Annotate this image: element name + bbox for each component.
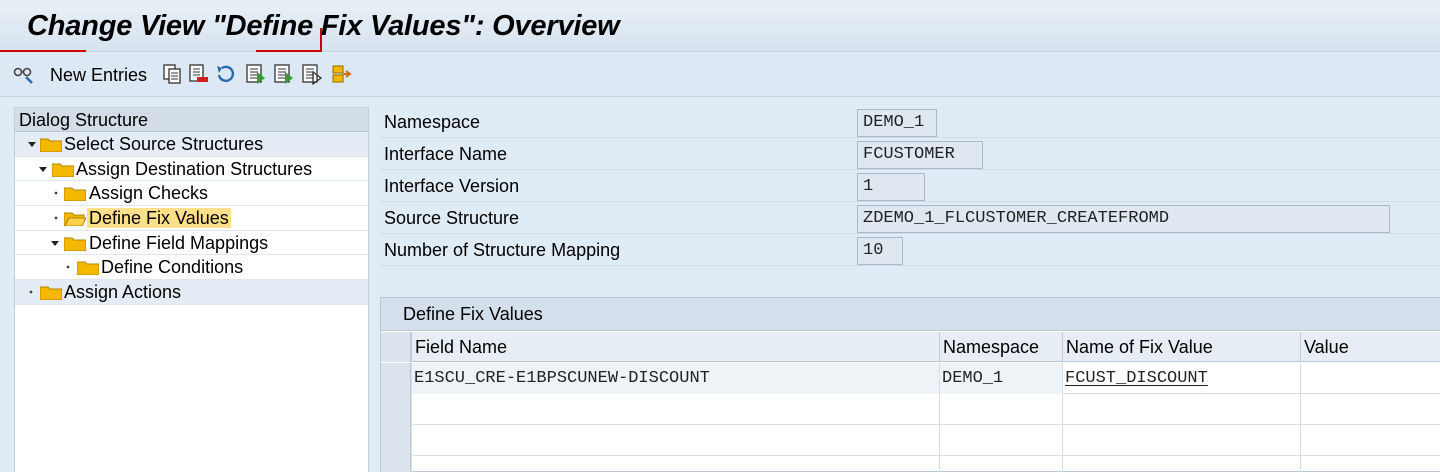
source-structure-field[interactable]: ZDEMO_1_FLCUSTOMER_CREATEFROMD: [857, 205, 1390, 233]
table-row: [381, 425, 1440, 456]
field-row-interface-version: Interface Version 1: [380, 170, 1440, 202]
expand-arrow-icon[interactable]: [38, 157, 48, 181]
row-selector[interactable]: [381, 425, 411, 456]
expand-arrow-icon[interactable]: [50, 231, 60, 255]
interface-version-field[interactable]: 1: [857, 173, 925, 201]
fix-value-name-cell[interactable]: [1062, 394, 1300, 425]
interface-name-field[interactable]: FCUSTOMER: [857, 141, 983, 169]
folder-icon: [40, 286, 62, 301]
dialog-structure-panel: Dialog Structure Select Source Structure…: [14, 107, 369, 472]
tree-item-assign-destination-structures[interactable]: Assign Destination Structures: [15, 157, 368, 182]
tree-item-label: Assign Destination Structures: [76, 158, 313, 179]
new-entries-button[interactable]: New Entries: [50, 62, 147, 88]
namespace-field[interactable]: DEMO_1: [857, 109, 937, 137]
tree-item-label: Select Source Structures: [64, 134, 264, 154]
interface-name-label: Interface Name: [384, 144, 508, 164]
application-toolbar: New Entries: [0, 53, 1440, 97]
source-structure-label: Source Structure: [384, 208, 520, 228]
tree-item-label: Assign Actions: [64, 282, 182, 303]
column-header-value[interactable]: Value: [1300, 332, 1440, 362]
select-all-rows-button[interactable]: [381, 332, 411, 362]
fix-value-link[interactable]: FCUST_DISCOUNT: [1065, 369, 1208, 388]
dialog-structure-header: Dialog Structure: [15, 108, 368, 132]
folder-icon: [64, 237, 86, 251]
expand-arrow-icon[interactable]: [27, 132, 37, 156]
namespace-cell[interactable]: [939, 456, 1062, 472]
leaf-dot-icon: [54, 191, 58, 195]
fix-value-name-cell[interactable]: FCUST_DISCOUNT: [1062, 363, 1300, 394]
namespace-cell: DEMO_1: [939, 363, 1062, 394]
undo-icon[interactable]: [214, 63, 236, 85]
deselect-all-icon[interactable]: [301, 63, 323, 85]
namespace-cell[interactable]: [939, 425, 1062, 456]
open-folder-icon: [64, 212, 86, 227]
tree-item-select-source-structures[interactable]: Select Source Structures: [15, 132, 368, 157]
field-row-number-of-structure-mapping: Number of Structure Mapping 10: [380, 234, 1440, 266]
column-header-fix-value-name[interactable]: Name of Fix Value: [1062, 332, 1300, 362]
interface-version-label: Interface Version: [384, 176, 520, 196]
field-row-source-structure: Source Structure ZDEMO_1_FLCUSTOMER_CREA…: [380, 202, 1440, 234]
tree-item-define-fix-values[interactable]: Define Fix Values: [15, 206, 368, 231]
tree-item-label-selected: Define Fix Values: [87, 208, 231, 229]
tree-item-assign-actions[interactable]: Assign Actions: [15, 280, 368, 305]
namespace-label: Namespace: [384, 112, 481, 132]
fix-value-name-cell[interactable]: [1062, 425, 1300, 456]
page-title: Change View "Define Fix Values": Overvie…: [27, 10, 620, 42]
table-row: [381, 456, 1440, 472]
namespace-cell[interactable]: [939, 394, 1062, 425]
title-accent-line: [320, 28, 322, 52]
title-accent-line: [0, 50, 86, 52]
row-selector[interactable]: [381, 394, 411, 425]
new-entries-label: New Entries: [50, 64, 148, 85]
value-cell[interactable]: [1300, 456, 1440, 472]
tree-item-define-field-mappings[interactable]: Define Field Mappings: [15, 231, 368, 256]
select-all-icon[interactable]: [245, 63, 267, 85]
tree-item-label: Assign Checks: [89, 183, 209, 204]
leaf-dot-icon: [29, 290, 33, 294]
copy-icon[interactable]: [161, 63, 183, 85]
field-name-cell[interactable]: [411, 394, 939, 425]
tree-item-label: Define Conditions: [101, 257, 244, 278]
select-block-icon[interactable]: [273, 63, 295, 85]
structure-mapping-number-field[interactable]: 10: [857, 237, 903, 265]
fix-values-table: Define Fix Values Field Name Namespace N…: [380, 297, 1440, 472]
folder-icon: [77, 261, 99, 276]
structure-mapping-number-label: Number of Structure Mapping: [384, 240, 621, 260]
folder-icon: [52, 163, 74, 177]
folder-icon: [64, 187, 86, 202]
leaf-dot-icon: [66, 266, 70, 269]
row-selector[interactable]: [381, 363, 411, 394]
display-change-icon[interactable]: [12, 63, 34, 85]
table-header: Field Name Namespace Name of Fix Value V…: [381, 332, 1440, 362]
title-bar: Change View "Define Fix Values": Overvie…: [0, 0, 1440, 52]
field-row-namespace: Namespace DEMO_1: [380, 106, 1440, 138]
field-name-cell[interactable]: [411, 425, 939, 456]
row-selector[interactable]: [381, 456, 411, 472]
fix-value-name-cell[interactable]: [1062, 456, 1300, 472]
transport-icon[interactable]: [331, 63, 353, 85]
tree-item-label: Define Field Mappings: [89, 232, 269, 253]
value-cell[interactable]: [1300, 394, 1440, 425]
value-cell[interactable]: [1300, 363, 1440, 394]
field-name-cell: E1SCU_CRE-E1BPSCUNEW-DISCOUNT: [411, 363, 939, 394]
delete-icon[interactable]: [187, 63, 209, 85]
folder-icon: [40, 138, 62, 152]
field-name-cell[interactable]: [411, 456, 939, 472]
table-row: E1SCU_CRE-E1BPSCUNEW-DISCOUNT DEMO_1 FCU…: [381, 363, 1440, 394]
field-row-interface-name: Interface Name FCUSTOMER: [380, 138, 1440, 170]
tree-item-define-conditions[interactable]: Define Conditions: [15, 255, 368, 281]
column-header-namespace[interactable]: Namespace: [939, 332, 1062, 362]
tree-item-assign-checks[interactable]: Assign Checks: [15, 181, 368, 207]
table-title: Define Fix Values: [381, 298, 1440, 331]
title-accent-line: [256, 50, 320, 52]
table-row: [381, 394, 1440, 425]
column-header-field-name[interactable]: Field Name: [411, 332, 939, 362]
leaf-dot-icon: [54, 216, 58, 220]
value-cell[interactable]: [1300, 425, 1440, 456]
